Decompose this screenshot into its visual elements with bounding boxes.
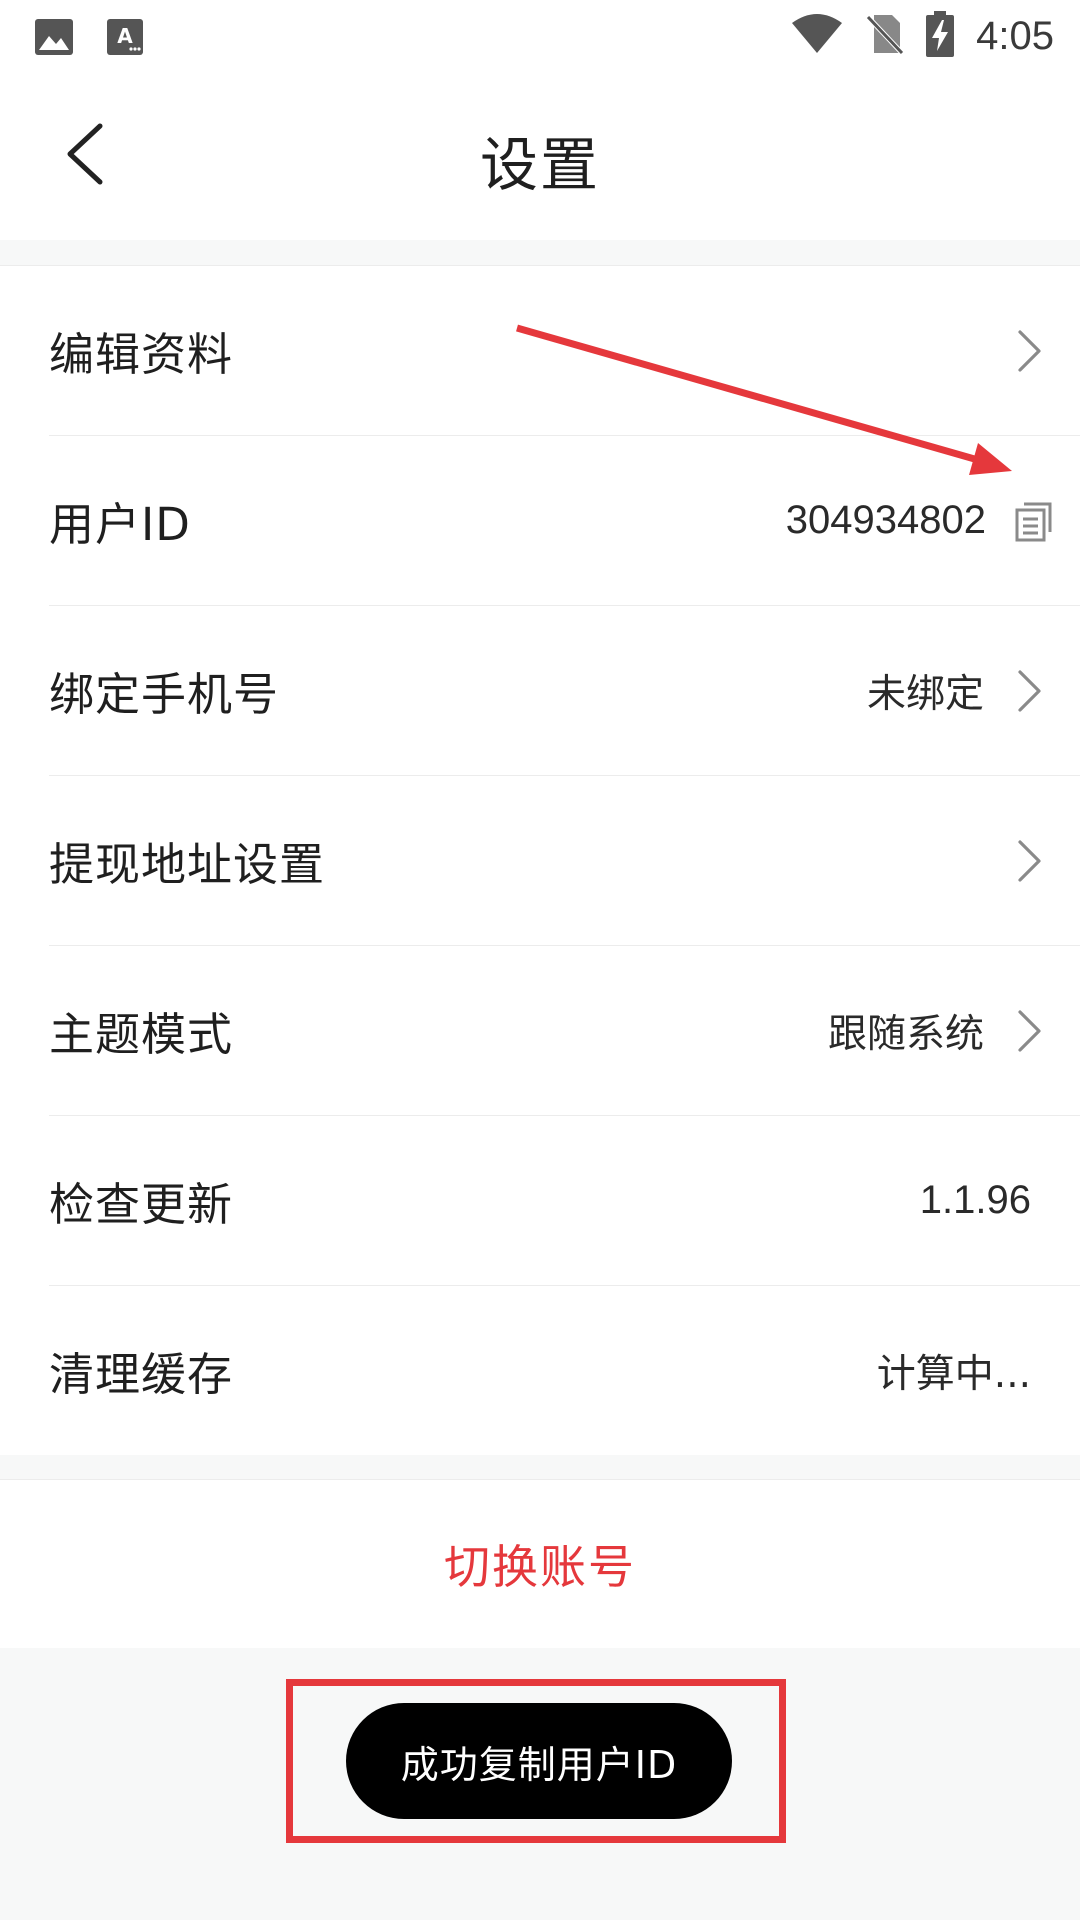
- settings-item-bind-phone[interactable]: 绑定手机号 未绑定: [49, 606, 1080, 776]
- cache-size-value: 计算中...: [876, 1351, 1031, 1397]
- settings-item-clear-cache[interactable]: 清理缓存 计算中...: [49, 1286, 1080, 1455]
- app-version: 1.1.96: [919, 1178, 1031, 1222]
- wifi-icon: [790, 13, 844, 59]
- chevron-right-icon: [1014, 668, 1044, 714]
- phone-bind-status: 未绑定: [866, 671, 984, 717]
- toast: 成功复制用户ID: [346, 1703, 732, 1819]
- status-bar: A 4:05: [0, 0, 1080, 72]
- settings-item-label: 检查更新: [49, 1178, 234, 1231]
- settings-item-check-update[interactable]: 检查更新 1.1.96: [49, 1116, 1080, 1286]
- svg-text:A: A: [117, 24, 133, 48]
- toast-message: 成功复制用户ID: [400, 1742, 678, 1787]
- chevron-right-icon: [1014, 328, 1044, 374]
- settings-item-label: 主题模式: [49, 1008, 234, 1061]
- switch-account-button[interactable]: 切换账号: [0, 1479, 1080, 1648]
- settings-item-withdraw-address[interactable]: 提现地址设置: [49, 776, 1080, 946]
- settings-item-user-id: 用户ID 304934802: [49, 436, 1080, 606]
- settings-item-label: 编辑资料: [49, 328, 234, 381]
- status-time: 4:05: [976, 13, 1054, 58]
- settings-list: 编辑资料 用户ID 304934802 绑定手机号 未绑定 提现地址设置 主题模…: [0, 265, 1080, 1455]
- image-notification-icon: [34, 18, 74, 60]
- chevron-right-icon: [1014, 1008, 1044, 1054]
- settings-item-label: 提现地址设置: [49, 838, 326, 891]
- theme-mode-value: 跟随系统: [827, 1011, 984, 1057]
- switch-account-label: 切换账号: [444, 1540, 636, 1594]
- copy-icon[interactable]: [1014, 500, 1054, 542]
- settings-item-label: 用户ID: [49, 498, 191, 551]
- user-id-value: 304934802: [785, 498, 986, 542]
- text-notification-icon: A: [106, 18, 144, 60]
- battery-charging-icon: [926, 11, 955, 61]
- no-sim-icon: [866, 13, 904, 59]
- page-title: 设置: [479, 131, 600, 199]
- settings-item-edit-profile[interactable]: 编辑资料: [49, 266, 1080, 436]
- settings-item-label: 绑定手机号: [49, 668, 280, 721]
- header: 设置: [0, 72, 1080, 240]
- settings-item-label: 清理缓存: [49, 1348, 234, 1401]
- chevron-right-icon: [1014, 838, 1044, 884]
- settings-item-theme-mode[interactable]: 主题模式 跟随系统: [49, 946, 1080, 1116]
